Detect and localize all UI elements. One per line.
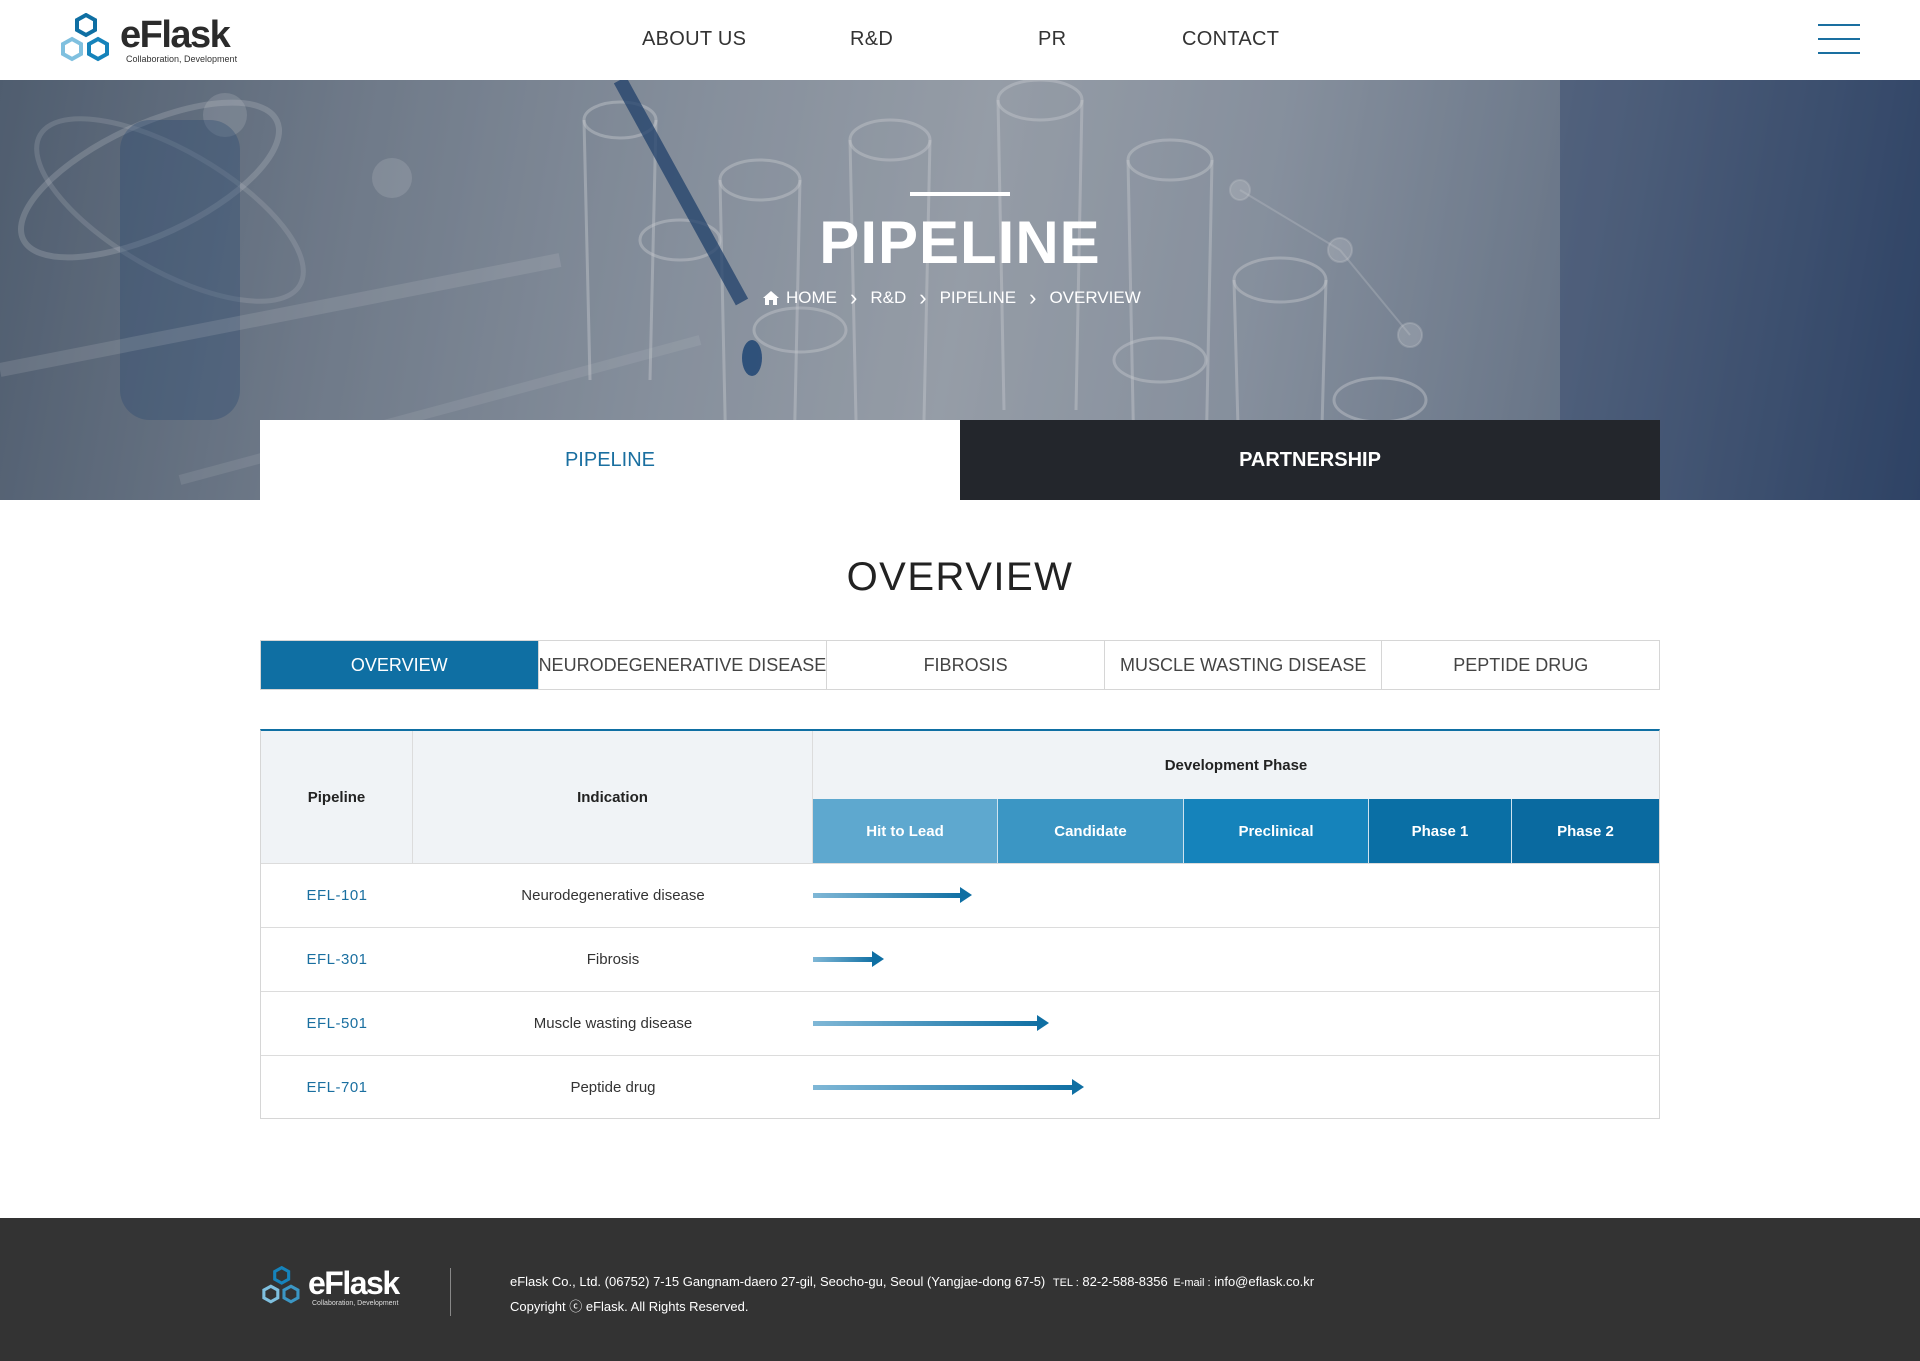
nav-rnd[interactable]: R&D bbox=[850, 28, 893, 51]
phase-1: Phase 1 bbox=[1368, 799, 1511, 863]
category-tab-fibrosis[interactable]: FIBROSIS bbox=[826, 641, 1104, 689]
chevron-right-icon: › bbox=[850, 285, 858, 310]
indication: Fibrosis bbox=[586, 951, 640, 968]
pipeline-code: EFL-101 bbox=[306, 887, 368, 904]
breadcrumb: HOME › R&D › PIPELINE › OVERVIEW bbox=[762, 286, 1141, 310]
progress-arrow bbox=[813, 951, 884, 967]
pipeline-code: EFL-701 bbox=[306, 1079, 368, 1096]
progress-arrow bbox=[813, 887, 972, 903]
footer-logo[interactable]: eFlask Collaboration, Development bbox=[260, 1265, 400, 1308]
breadcrumb-overview[interactable]: OVERVIEW bbox=[1049, 288, 1140, 308]
breadcrumb-rnd[interactable]: R&D bbox=[870, 288, 906, 308]
footer-email-label: E-mail : bbox=[1173, 1277, 1211, 1289]
nav-contact[interactable]: CONTACT bbox=[1182, 28, 1279, 51]
pipeline-table: Pipeline Indication Development Phase Hi… bbox=[260, 729, 1660, 1119]
header-development-phase: Development Phase bbox=[813, 731, 1659, 799]
table-row: EFL-301 Fibrosis bbox=[261, 927, 1659, 991]
table-row: EFL-101 Neurodegenerative disease bbox=[261, 863, 1659, 927]
category-tab-muscle-wasting[interactable]: MUSCLE WASTING DISEASE bbox=[1103, 641, 1382, 689]
table-row: EFL-501 Muscle wasting disease bbox=[261, 991, 1659, 1055]
phase-hit-to-lead: Hit to Lead bbox=[813, 799, 997, 863]
category-tabs: OVERVIEW NEURODEGENERATIVE DISEASE FIBRO… bbox=[260, 640, 1660, 690]
footer-info: eFlask Co., Ltd. (06752) 7-15 Gangnam-da… bbox=[510, 1270, 1314, 1319]
page-title: PIPELINE bbox=[819, 209, 1101, 276]
footer-logo-tagline: Collaboration, Development bbox=[312, 1300, 399, 1307]
footer-logo-wordmark: eFlask bbox=[308, 1265, 400, 1301]
indication: Peptide drug bbox=[570, 1079, 656, 1096]
home-icon[interactable] bbox=[762, 290, 780, 306]
footer-copyright: Copyright ⓒ eFlask. All Rights Reserved. bbox=[510, 1299, 749, 1314]
footer-address: eFlask Co., Ltd. (06752) 7-15 Gangnam-da… bbox=[510, 1274, 1046, 1289]
footer-divider bbox=[450, 1268, 451, 1316]
tab-pipeline[interactable]: PIPELINE bbox=[260, 420, 960, 500]
breadcrumb-home[interactable]: HOME bbox=[786, 288, 837, 308]
breadcrumb-pipeline[interactable]: PIPELINE bbox=[940, 288, 1017, 308]
phase-candidate: Candidate bbox=[997, 799, 1183, 863]
indication: Muscle wasting disease bbox=[533, 1015, 693, 1032]
logo-tagline: Collaboration, Development bbox=[126, 54, 238, 64]
footer-tel-label: TEL : bbox=[1052, 1277, 1079, 1289]
pipeline-code: EFL-301 bbox=[306, 951, 368, 968]
footer-email[interactable]: info@eflask.co.kr bbox=[1214, 1274, 1314, 1289]
chevron-right-icon: › bbox=[1029, 285, 1037, 310]
nav-pr[interactable]: PR bbox=[1038, 28, 1066, 51]
category-tab-peptide-drug[interactable]: PEPTIDE DRUG bbox=[1381, 641, 1659, 689]
footer-contact-line: eFlask Co., Ltd. (06752) 7-15 Gangnam-da… bbox=[510, 1270, 1314, 1295]
progress-arrow bbox=[813, 1015, 1049, 1031]
site-header: eFlask Collaboration, Development ABOUT … bbox=[0, 0, 1920, 80]
indication: Neurodegenerative disease bbox=[521, 887, 705, 904]
table-row: EFL-701 Peptide drug bbox=[261, 1055, 1659, 1119]
footer-tel: 82-2-588-8356 bbox=[1082, 1274, 1168, 1289]
site-footer: eFlask Collaboration, Development eFlask… bbox=[0, 1218, 1920, 1361]
flask-logo-icon bbox=[61, 13, 109, 62]
flask-logo-icon bbox=[262, 1266, 300, 1304]
site-logo[interactable]: eFlask Collaboration, Development bbox=[58, 13, 248, 67]
nav-about-us[interactable]: ABOUT US bbox=[642, 28, 746, 51]
section-title: OVERVIEW bbox=[846, 555, 1074, 599]
pipeline-code: EFL-501 bbox=[306, 1015, 368, 1032]
chevron-right-icon: › bbox=[919, 285, 927, 310]
phase-preclinical: Preclinical bbox=[1183, 799, 1368, 863]
hamburger-icon[interactable] bbox=[1818, 24, 1860, 56]
progress-arrow bbox=[813, 1079, 1084, 1095]
header-indication: Indication bbox=[413, 731, 813, 863]
category-tab-overview[interactable]: OVERVIEW bbox=[261, 641, 538, 689]
header-pipeline: Pipeline bbox=[261, 731, 413, 863]
category-tab-neurodegenerative[interactable]: NEURODEGENERATIVE DISEASE bbox=[537, 641, 826, 689]
phase-2: Phase 2 bbox=[1511, 799, 1659, 863]
hero-title-accent bbox=[910, 192, 1010, 196]
tab-partnership[interactable]: PARTNERSHIP bbox=[960, 420, 1660, 500]
logo-wordmark: eFlask bbox=[120, 14, 231, 56]
